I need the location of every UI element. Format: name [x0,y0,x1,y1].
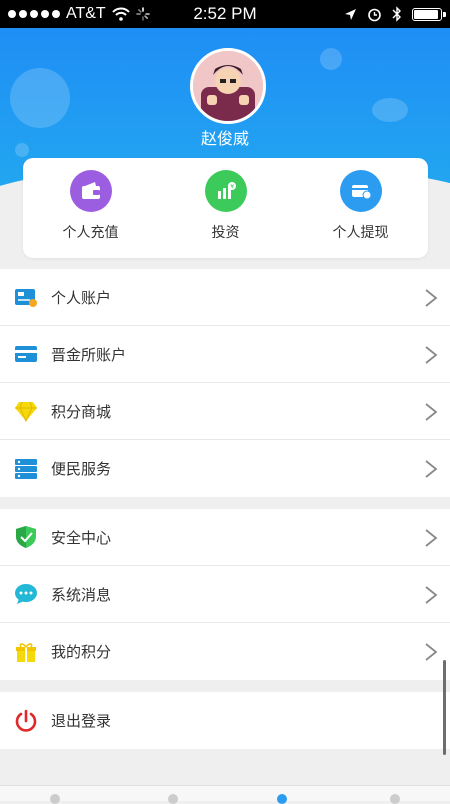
menu-group-logout: 退出登录 [0,692,450,749]
avatar-illustration [193,51,263,121]
profile-name: 赵俊威 [200,129,249,148]
tab-invest-icon[interactable] [168,794,178,804]
quick-actions-card: 个人充值 ¥ 投资 个人提现 [23,158,428,258]
withdraw-card-icon [339,170,382,212]
menu-item-label: 我的积分 [51,643,112,661]
chevron-right-icon [425,586,438,604]
avatar[interactable] [190,48,266,124]
menu-item-points-mall[interactable]: 积分商城 [0,383,450,440]
chevron-right-icon [425,346,438,364]
chevron-right-icon [425,529,438,547]
withdraw-label: 个人提现 [332,225,389,241]
menu-item-label: 安全中心 [51,528,112,547]
tab-account-icon[interactable] [277,794,287,804]
decorative-bubble [372,98,408,122]
alarm-clock-icon [368,8,381,21]
menu-item-jinjin-account[interactable]: 晋金所账户 [0,326,450,383]
menu-group-security: 安全中心 系统消息 我的积分 [0,509,450,680]
menu-item-label: 系统消息 [51,585,112,604]
chevron-right-icon [425,460,438,478]
invest-button[interactable]: ¥ 投资 [158,158,293,258]
menu-item-label: 晋金所账户 [51,345,127,364]
bottom-tab-bar [0,785,450,804]
gift-icon [14,640,38,664]
wallet-icon [69,170,112,212]
menu-group-accounts: 个人账户 晋金所账户 积分商城 便民服务 [0,269,450,497]
account-card-icon [14,285,38,309]
location-arrow-icon [345,8,356,20]
invest-label: 投资 [211,225,240,241]
status-right [344,0,446,28]
svg-text:¥: ¥ [230,184,234,191]
menu-item-security-center[interactable]: 安全中心 [0,509,450,566]
bank-card-icon [14,342,38,366]
tab-more-icon[interactable] [390,794,400,804]
scrollbar[interactable] [443,660,446,755]
recharge-button[interactable]: 个人充值 [23,158,158,258]
menu-item-personal-account[interactable]: 个人账户 [0,269,450,326]
chevron-right-icon [425,403,438,421]
logout-button[interactable]: 退出登录 [0,692,450,749]
menu-item-my-points[interactable]: 我的积分 [0,623,450,680]
chevron-right-icon [425,643,438,661]
menu-item-label: 个人账户 [51,288,112,307]
recharge-label: 个人充值 [62,225,119,241]
bluetooth-icon [392,6,401,22]
chevron-right-icon [425,289,438,307]
power-icon [14,709,38,733]
decorative-bubble [320,48,342,70]
menu-item-convenience-services[interactable]: 便民服务 [0,440,450,497]
decorative-bubble [10,68,70,128]
menu-item-label: 积分商城 [51,402,112,421]
status-bar: AT&T 2:52 PM [0,0,450,28]
tab-home-icon[interactable] [50,794,60,804]
battery-icon [412,7,446,21]
service-list-icon [14,457,38,481]
shield-icon [14,525,38,549]
bar-chart-icon: ¥ [204,170,247,212]
message-bubble-icon [14,582,38,606]
diamond-icon [14,399,38,423]
withdraw-button[interactable]: 个人提现 [293,158,428,258]
menu-item-label: 退出登录 [51,712,112,730]
menu-item-label: 便民服务 [51,460,112,478]
menu-item-system-messages[interactable]: 系统消息 [0,566,450,623]
